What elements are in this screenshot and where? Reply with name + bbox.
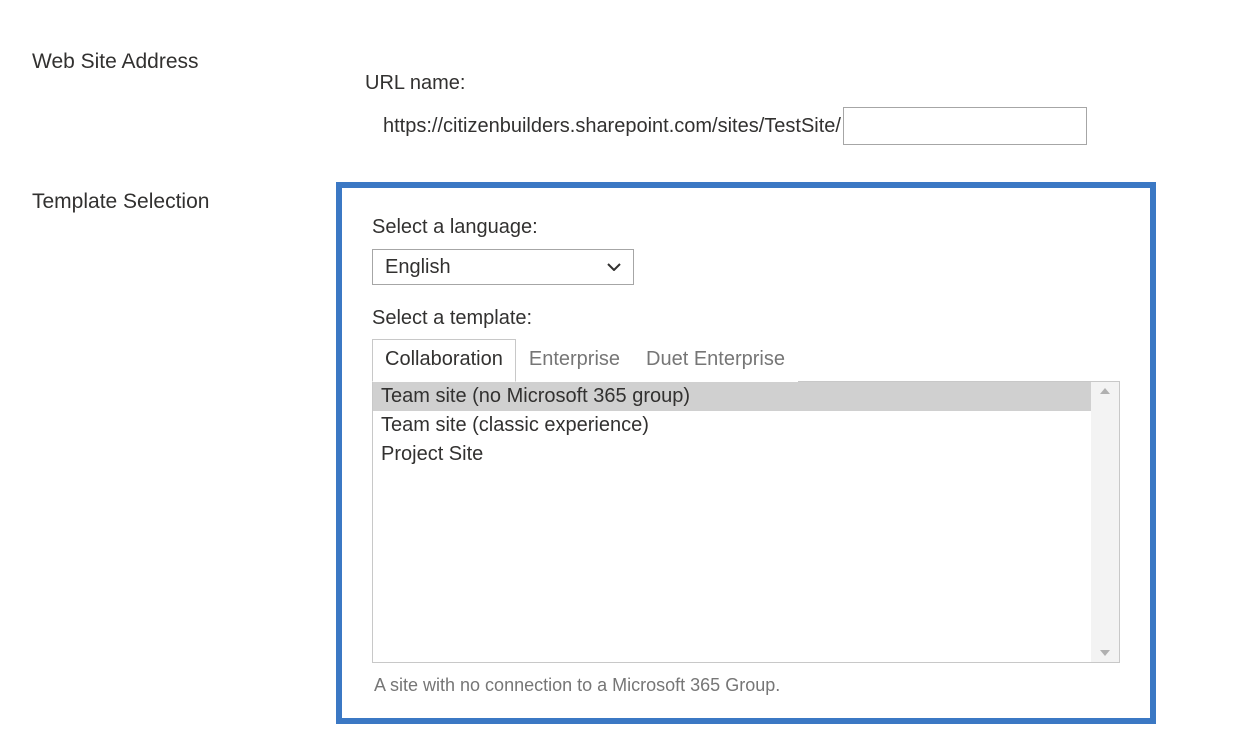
- tab-duet-enterprise[interactable]: Duet Enterprise: [633, 339, 798, 382]
- scroll-up-icon[interactable]: [1100, 388, 1110, 394]
- chevron-down-icon: [607, 263, 621, 271]
- language-select[interactable]: English: [372, 249, 634, 285]
- template-label: Select a template:: [372, 307, 1120, 330]
- url-section: URL name: https://citizenbuilders.sharep…: [365, 72, 1087, 145]
- section-label-address: Web Site Address: [32, 50, 199, 74]
- template-listbox-container: Team site (no Microsoft 365 group) Team …: [372, 381, 1120, 663]
- url-prefix-text: https://citizenbuilders.sharepoint.com/s…: [365, 115, 841, 138]
- tab-collaboration[interactable]: Collaboration: [372, 339, 516, 382]
- template-selection-panel: Select a language: English Select a temp…: [336, 182, 1156, 724]
- section-label-template: Template Selection: [32, 190, 209, 214]
- scroll-down-icon[interactable]: [1100, 650, 1110, 656]
- template-description: A site with no connection to a Microsoft…: [372, 675, 1120, 696]
- list-item[interactable]: Project Site: [373, 440, 1091, 469]
- template-listbox[interactable]: Team site (no Microsoft 365 group) Team …: [373, 382, 1091, 662]
- template-tabs: Collaboration Enterprise Duet Enterprise: [372, 338, 1120, 381]
- language-label: Select a language:: [372, 216, 1120, 239]
- url-name-label: URL name:: [365, 72, 1087, 95]
- language-select-value: English: [385, 256, 607, 279]
- tab-enterprise[interactable]: Enterprise: [516, 339, 633, 382]
- list-item[interactable]: Team site (classic experience): [373, 411, 1091, 440]
- scrollbar[interactable]: [1091, 382, 1119, 662]
- url-name-input[interactable]: [843, 107, 1087, 145]
- list-item[interactable]: Team site (no Microsoft 365 group): [373, 382, 1091, 411]
